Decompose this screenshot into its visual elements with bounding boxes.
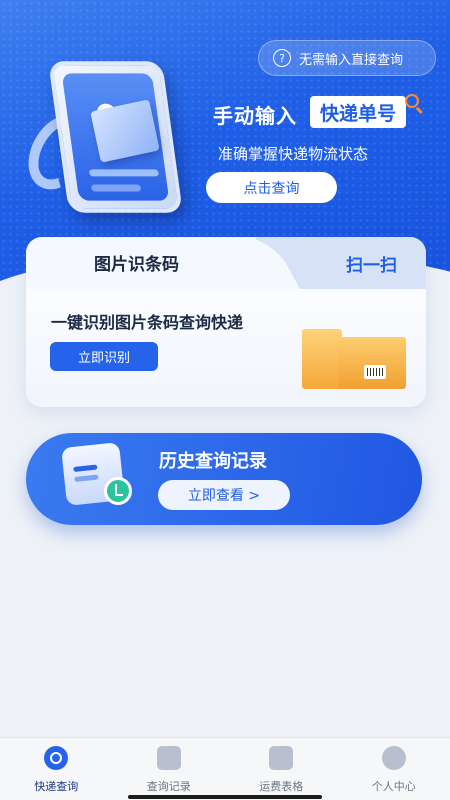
tab-scan-label[interactable]: 扫一扫 [346,251,397,276]
history-title: 历史查询记录 [159,451,267,472]
question-icon: ? [273,49,291,67]
view-history-button[interactable]: 立即查看 > [158,480,290,510]
record-icon [156,746,181,770]
direct-query-label: 无需输入直接查询 [299,52,404,68]
nav-label: 运费表格 [259,780,304,793]
query-button[interactable]: 点击查询 [206,172,337,203]
nav-item-personal-center[interactable]: 个人中心 [338,738,450,800]
barcode-label-icon [364,365,386,379]
card-tab-bar: 图片识条码 扫一扫 [26,237,426,289]
user-icon [381,746,406,770]
magnifier-icon [405,94,419,108]
nav-item-freight-table[interactable]: 运费表格 [225,738,338,800]
hero-subtitle: 准确掌握快递物流状态 [218,145,369,163]
nav-item-query-records[interactable]: 查询记录 [113,738,226,800]
nav-item-express-query[interactable]: 快递查询 [0,738,113,800]
hero-title-tracking-number: 快递单号 [310,96,407,128]
direct-query-button[interactable]: ? 无需输入直接查询 [258,40,436,76]
nav-label: 查询记录 [146,780,191,793]
clock-icon [104,477,132,505]
home-indicator [128,795,322,799]
recognize-button[interactable]: 立即识别 [50,342,158,371]
nav-label: 快递查询 [34,780,79,793]
barcode-card: 图片识条码 扫一扫 一键识别图片条码查询快递 立即识别 [26,237,426,407]
hero-title-manual: 手动输入 [213,104,297,128]
card-body: 一键识别图片条码查询快递 立即识别 [26,289,426,407]
search-express-icon [44,746,69,770]
card-headline: 一键识别图片条码查询快递 [51,313,244,332]
tab-image-barcode-label[interactable]: 图片识条码 [94,250,179,275]
nav-label: 个人中心 [371,780,416,793]
bottom-nav: 快递查询 查询记录 运费表格 个人中心 [0,737,450,800]
history-card[interactable]: 历史查询记录 立即查看 > [26,433,422,525]
table-icon [269,746,294,770]
cardboard-boxes-icon [302,319,412,389]
